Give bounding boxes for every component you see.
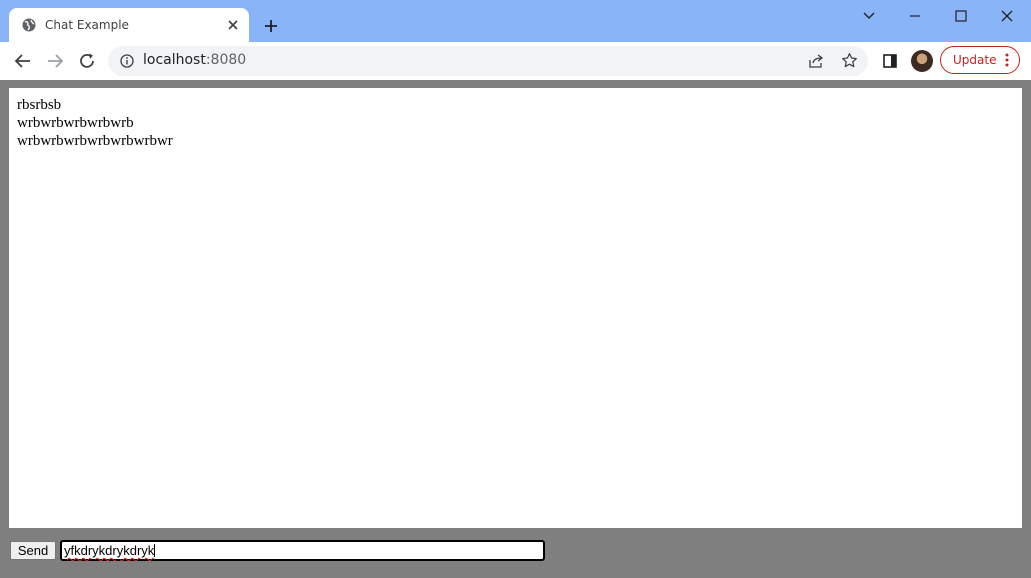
back-arrow-icon[interactable] xyxy=(14,52,32,70)
globe-icon xyxy=(22,18,36,32)
browser-tab[interactable]: Chat Example xyxy=(9,8,249,42)
message-input[interactable]: yfkdrykdrykdryk xyxy=(60,540,545,561)
address-bar[interactable]: localhost:8080 xyxy=(108,46,868,76)
text-caret xyxy=(154,544,156,557)
reload-icon[interactable] xyxy=(78,52,96,70)
chat-message: wrbwrbwrbwrbwrbwrbwr xyxy=(17,133,173,149)
forward-arrow-icon[interactable] xyxy=(46,52,64,70)
close-icon[interactable] xyxy=(225,17,241,33)
send-button[interactable]: Send xyxy=(10,541,56,560)
message-input-text: yfkdrykdrykdryk xyxy=(64,543,155,558)
update-button[interactable]: Update xyxy=(940,46,1020,74)
chevron-down-icon[interactable] xyxy=(860,7,878,25)
close-icon[interactable] xyxy=(998,7,1016,25)
profile-avatar[interactable] xyxy=(911,50,933,72)
browser-titlebar: Chat Example xyxy=(0,0,1031,42)
url-text: localhost:8080 xyxy=(143,52,246,68)
plus-icon[interactable] xyxy=(262,17,280,35)
maximize-icon[interactable] xyxy=(952,7,970,25)
info-icon[interactable] xyxy=(120,54,134,68)
star-icon[interactable] xyxy=(841,52,858,69)
minimize-icon[interactable] xyxy=(906,7,924,25)
browser-toolbar: localhost:8080 Update xyxy=(0,42,1031,80)
more-menu-icon[interactable] xyxy=(1005,53,1009,67)
tab-title: Chat Example xyxy=(45,18,129,32)
chat-message: wrbwrbwrbwrbwrb xyxy=(17,115,134,131)
url-port: :8080 xyxy=(205,52,247,68)
side-panel-icon[interactable] xyxy=(882,53,898,69)
chat-log: rbsrbsb wrbwrbwrbwrbwrb wrbwrbwrbwrbwrbw… xyxy=(9,88,1022,528)
update-label: Update xyxy=(953,53,997,67)
chat-message: rbsrbsb xyxy=(17,97,62,113)
share-icon[interactable] xyxy=(808,53,824,69)
url-host: localhost xyxy=(143,52,206,68)
